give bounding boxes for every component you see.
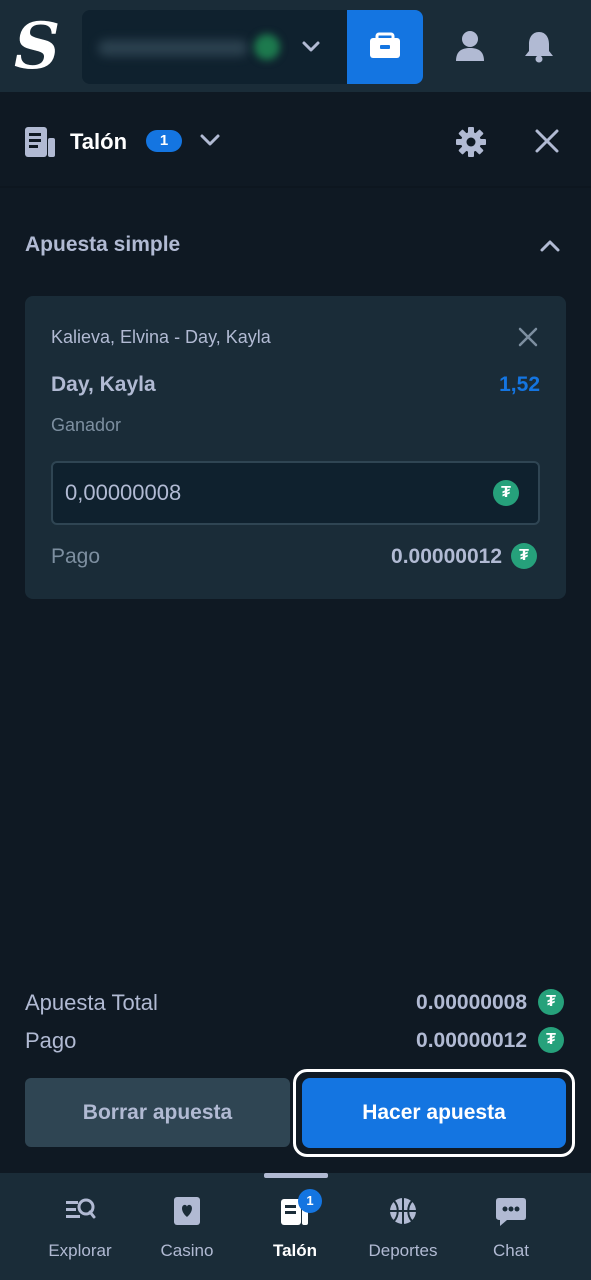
nav-badge: 1 bbox=[298, 1189, 322, 1213]
bet-card: Kalieva, Elvina - Day, Kayla Day, Kayla … bbox=[25, 296, 566, 599]
basketball-icon bbox=[390, 1198, 416, 1224]
betslip-title: Talón bbox=[70, 129, 128, 154]
nav-casino[interactable]: Casino bbox=[134, 1189, 240, 1275]
tether-icon: ₮ bbox=[538, 989, 564, 1015]
chat-icon bbox=[496, 1198, 526, 1226]
gear-icon[interactable] bbox=[455, 126, 487, 158]
tether-icon: ₮ bbox=[493, 480, 519, 506]
place-bet-button[interactable]: Hacer apuesta bbox=[302, 1078, 566, 1148]
nav-label: Deportes bbox=[368, 1241, 438, 1260]
selection-name: Day, Kayla bbox=[51, 373, 156, 396]
logo[interactable]: S bbox=[14, 14, 60, 80]
place-bet-focus-ring: Hacer apuesta bbox=[293, 1069, 575, 1157]
nav-label: Chat bbox=[493, 1241, 529, 1260]
clear-bets-button[interactable]: Borrar apuesta bbox=[25, 1078, 290, 1147]
explore-icon bbox=[66, 1198, 96, 1219]
balance-amount-hidden bbox=[98, 40, 248, 56]
betslip-header: Talón 1 bbox=[0, 96, 591, 188]
nav-label: Talón bbox=[272, 1241, 318, 1260]
event-name[interactable]: Kalieva, Elvina - Day, Kayla bbox=[51, 324, 271, 350]
total-payout-label: Pago bbox=[25, 1028, 77, 1053]
nav-sports[interactable]: Deportes bbox=[350, 1189, 456, 1275]
bottom-nav: Explorar Casino 1 Talón Deportes Chat bbox=[0, 1173, 591, 1280]
chevron-up-icon[interactable] bbox=[536, 232, 564, 260]
bet-count-badge: 1 bbox=[146, 130, 182, 152]
wallet-icon bbox=[370, 32, 400, 58]
betslip-icon bbox=[25, 127, 55, 157]
stake-input[interactable] bbox=[65, 463, 465, 523]
notifications-button[interactable] bbox=[519, 26, 559, 66]
section-title: Apuesta simple bbox=[25, 233, 181, 256]
total-stake-value: 0.00000008 bbox=[416, 991, 527, 1014]
odds-value: 1,52 bbox=[499, 373, 540, 396]
nav-explore[interactable]: Explorar bbox=[27, 1189, 133, 1275]
payout-label: Pago bbox=[51, 545, 101, 568]
user-icon bbox=[456, 31, 484, 61]
wallet-button[interactable] bbox=[347, 10, 423, 84]
total-stake-label: Apuesta Total bbox=[25, 990, 158, 1015]
stake-field[interactable]: ₮ bbox=[51, 461, 540, 525]
nav-label: Explorar bbox=[48, 1241, 112, 1260]
bell-icon bbox=[525, 32, 553, 63]
nav-chat[interactable]: Chat bbox=[458, 1189, 564, 1275]
payout-value: 0.00000012 bbox=[391, 545, 502, 568]
profile-button[interactable] bbox=[450, 26, 490, 66]
tether-icon: ₮ bbox=[511, 543, 537, 569]
nav-label: Casino bbox=[160, 1241, 214, 1260]
chevron-down-icon[interactable] bbox=[196, 126, 224, 154]
chevron-down-icon bbox=[302, 41, 320, 52]
balance-selector[interactable] bbox=[82, 10, 348, 84]
cards-icon bbox=[174, 1197, 200, 1225]
tether-icon: ₮ bbox=[538, 1027, 564, 1053]
close-icon[interactable] bbox=[532, 126, 562, 156]
active-tab-indicator bbox=[264, 1173, 328, 1178]
top-bar: S bbox=[0, 0, 591, 94]
nav-betslip[interactable]: 1 Talón bbox=[242, 1189, 348, 1275]
total-payout-value: 0.00000012 bbox=[416, 1029, 527, 1052]
close-icon[interactable] bbox=[515, 324, 541, 350]
market-name: Ganador bbox=[51, 415, 122, 435]
currency-icon bbox=[254, 34, 280, 60]
